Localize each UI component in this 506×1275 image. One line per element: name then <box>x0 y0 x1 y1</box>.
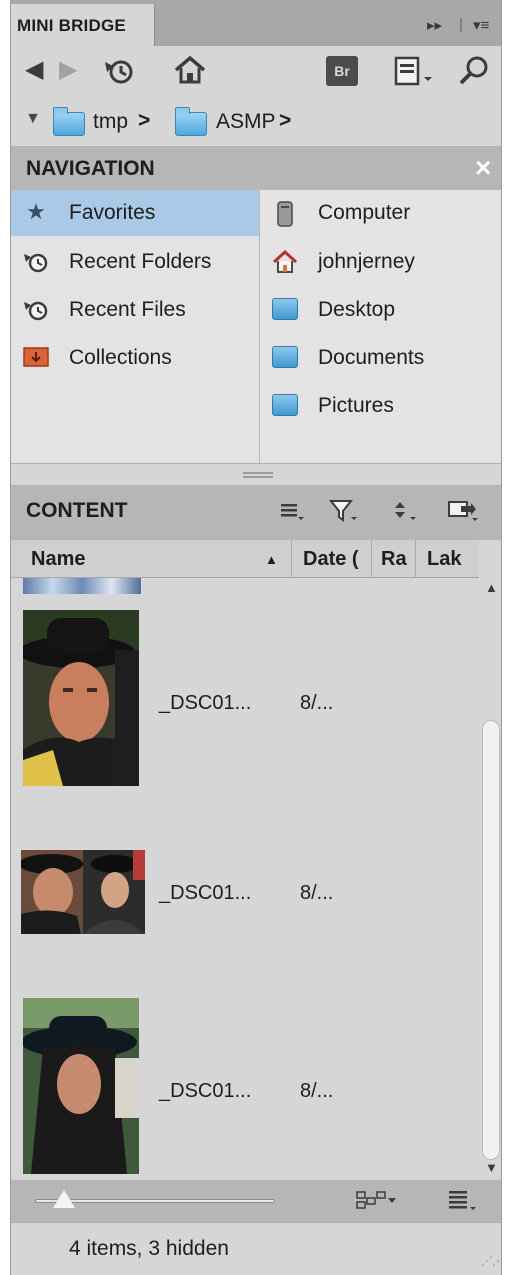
tab-divider: | <box>459 16 463 33</box>
column-header-rating[interactable]: Ra <box>381 540 407 578</box>
file-date: 8/... <box>300 1080 334 1102</box>
recent-folders-icon <box>23 250 49 274</box>
breadcrumb-item-asmp[interactable]: ASMP <box>216 110 276 134</box>
tools-menu-icon[interactable] <box>447 498 481 529</box>
breadcrumb-separator[interactable]: > <box>138 109 150 133</box>
table-row[interactable]: _DSC01... 8/... <box>11 994 479 1180</box>
status-bar: 4 items, 3 hidden <box>11 1222 501 1275</box>
folder-icon <box>175 107 207 136</box>
sort-order-icon[interactable] <box>389 498 419 529</box>
column-divider <box>415 540 416 578</box>
navigation-title: NAVIGATION <box>26 157 155 180</box>
panel-view-icon[interactable] <box>393 55 435 92</box>
content-header: CONTENT <box>11 485 501 540</box>
close-icon[interactable]: × <box>475 152 491 184</box>
search-icon[interactable] <box>457 54 491 93</box>
nav-item-johnjerney[interactable]: johnjerney <box>260 239 501 285</box>
back-arrow-icon[interactable]: ◀ <box>25 58 43 82</box>
breadcrumb-item-tmp[interactable]: tmp <box>93 110 128 134</box>
file-date: 8/... <box>300 692 334 714</box>
scroll-down-icon[interactable]: ▼ <box>485 1160 498 1175</box>
column-header-name[interactable]: Name <box>31 540 85 578</box>
collections-icon <box>23 346 49 370</box>
file-name: _DSC01... <box>159 1080 252 1102</box>
nav-item-favorites[interactable]: ★ Favorites <box>11 190 259 236</box>
file-name: _DSC01... <box>159 882 252 904</box>
column-divider <box>291 540 292 578</box>
panel-tab-bar: MINI BRIDGE ▸▸ | ▾≡ <box>11 0 501 46</box>
list-view-icon[interactable] <box>447 1188 481 1219</box>
nav-item-collections[interactable]: Collections <box>11 335 259 381</box>
file-name: _DSC01... <box>159 692 252 714</box>
view-layout-icon[interactable] <box>355 1188 399 1219</box>
home-icon[interactable] <box>173 54 207 91</box>
breadcrumb: ▼ tmp > ASMP > <box>11 98 501 146</box>
table-row[interactable]: _DSC01... 8/... <box>11 842 479 942</box>
recent-files-icon <box>23 298 49 322</box>
filter-icon[interactable] <box>328 498 359 529</box>
home-folder-icon <box>272 249 298 274</box>
computer-icon <box>272 201 298 227</box>
file-date: 8/... <box>300 882 334 904</box>
slider-thumb[interactable] <box>52 1190 75 1208</box>
nav-item-pictures[interactable]: Pictures <box>260 383 501 429</box>
toolbar: ◀ ▶ Br <box>11 46 501 98</box>
thumbnail-image <box>21 850 145 934</box>
navigation-right-column: Computer johnjerney Desktop Documents Pi… <box>260 190 501 463</box>
breadcrumb-dropdown-icon[interactable]: ▼ <box>25 110 41 128</box>
pictures-folder-icon <box>272 394 298 418</box>
sort-menu-icon[interactable] <box>279 500 305 527</box>
content-title: CONTENT <box>26 499 128 522</box>
scroll-up-icon[interactable]: ▲ <box>485 580 498 595</box>
forward-arrow-icon[interactable]: ▶ <box>59 58 77 82</box>
panel-menu-icon[interactable]: ▾≡ <box>473 16 489 34</box>
sort-ascending-icon: ▲ <box>265 552 278 567</box>
thumbnail-image <box>23 998 139 1174</box>
table-row[interactable]: _DSC01... 8/... <box>11 606 479 792</box>
nav-item-documents[interactable]: Documents <box>260 335 501 381</box>
folder-icon <box>53 107 85 136</box>
nav-item-recent-folders[interactable]: Recent Folders <box>11 239 259 285</box>
column-header-label[interactable]: Lak <box>427 540 461 578</box>
pod-splitter[interactable] <box>11 463 501 485</box>
thumbnail-image <box>23 610 139 786</box>
nav-item-computer[interactable]: Computer <box>260 190 501 236</box>
documents-folder-icon <box>272 346 298 370</box>
mini-bridge-panel: MINI BRIDGE ▸▸ | ▾≡ ◀ ▶ Br ▼ tmp > ASMP … <box>10 0 502 1275</box>
column-divider <box>371 540 372 578</box>
nav-item-recent-files[interactable]: Recent Files <box>11 287 259 333</box>
resize-grip-icon[interactable]: ⋰⋰ <box>481 1254 501 1268</box>
collapse-panel-icon[interactable]: ▸▸ <box>427 16 442 34</box>
star-icon: ★ <box>26 199 46 224</box>
navigation-header: NAVIGATION <box>11 146 501 190</box>
column-header-date[interactable]: Date ( <box>303 540 367 578</box>
nav-item-desktop[interactable]: Desktop <box>260 287 501 333</box>
scrollbar-thumb[interactable] <box>482 720 500 1160</box>
panel-tab-mini-bridge[interactable]: MINI BRIDGE <box>11 4 155 46</box>
desktop-folder-icon <box>272 298 298 322</box>
breadcrumb-separator[interactable]: > <box>279 109 291 133</box>
status-text: 4 items, 3 hidden <box>69 1237 229 1260</box>
thumbnail-partial[interactable] <box>23 578 141 594</box>
go-to-bridge-button[interactable]: Br <box>326 56 358 86</box>
recent-history-icon[interactable] <box>101 56 137 91</box>
navigation-left-column: ★ Favorites Recent Folders Recent Files … <box>11 190 259 463</box>
